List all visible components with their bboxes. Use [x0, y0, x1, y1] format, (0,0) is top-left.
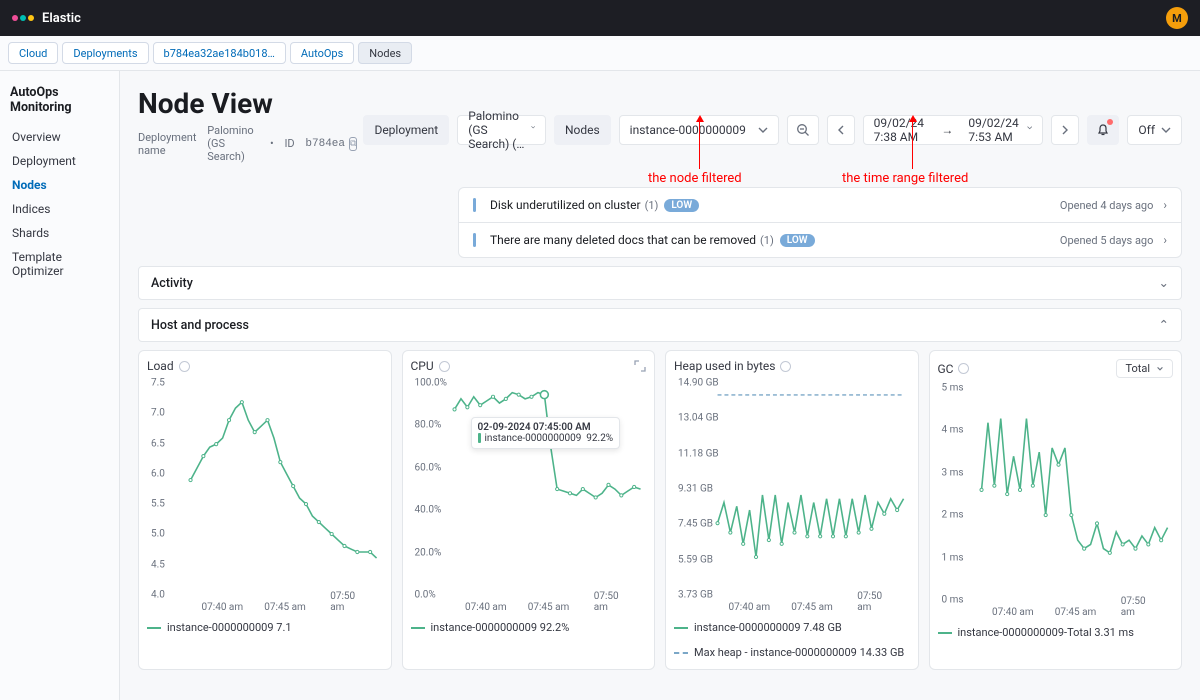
crumb-deployments[interactable]: Deployments: [62, 42, 148, 64]
chevron-left-icon: [836, 125, 846, 135]
chevron-down-icon: [1161, 125, 1171, 135]
breadcrumb: Cloud Deployments b784ea32ae184b018… Aut…: [0, 36, 1200, 71]
chevron-down-icon: [758, 125, 768, 135]
section-activity[interactable]: Activity⌄: [138, 266, 1182, 300]
bell-icon: [1096, 123, 1110, 137]
chart-title: CPU: [411, 359, 434, 373]
chevron-down-icon: ⌄: [1159, 275, 1169, 291]
chart-mode-selector[interactable]: Total: [1116, 359, 1173, 378]
notice-row[interactable]: Disk underutilized on cluster (1) LOW Op…: [459, 188, 1181, 223]
deployment-selector[interactable]: Palomino (GS Search) (…: [457, 115, 546, 145]
time-next-button[interactable]: [1051, 115, 1079, 145]
chart-card: CPU0.0%20.0%40.0%60.0%80.0%100.0%07:40 a…: [402, 350, 656, 670]
nodes-label-chip: Nodes: [554, 115, 611, 145]
info-icon[interactable]: [179, 361, 190, 372]
zoom-out-button[interactable]: [787, 115, 819, 145]
crumb-nodes: Nodes: [358, 42, 412, 64]
chevron-down-icon: [531, 125, 535, 135]
notification-dot-icon: [1107, 119, 1113, 125]
severity-badge: LOW: [780, 234, 815, 247]
section-host[interactable]: Host and process⌃: [138, 308, 1182, 342]
notice-title: There are many deleted docs that can be …: [490, 233, 756, 247]
chevron-right-icon: ›: [1163, 233, 1167, 247]
magnifier-minus-icon: [796, 123, 810, 137]
notifications-button[interactable]: [1087, 115, 1119, 145]
sidebar-item-indices[interactable]: Indices: [10, 197, 109, 221]
notice-title: Disk underutilized on cluster: [490, 198, 641, 212]
chevron-right-icon: [1060, 125, 1070, 135]
notices-panel: Disk underutilized on cluster (1) LOW Op…: [458, 187, 1182, 258]
page-title: Node View: [138, 87, 357, 120]
chevron-up-icon: ⌃: [1159, 317, 1169, 333]
chart-card: Load4.04.55.05.56.06.57.07.507:40 am07:4…: [138, 350, 392, 670]
node-selector[interactable]: instance-0000000009: [619, 115, 779, 145]
expand-icon[interactable]: [634, 360, 646, 372]
user-avatar[interactable]: M: [1166, 7, 1188, 29]
crumb-cloud[interactable]: Cloud: [8, 42, 58, 64]
sidebar-title: AutoOps Monitoring: [10, 85, 109, 115]
sidebar-item-deployment[interactable]: Deployment: [10, 149, 109, 173]
chevron-right-icon: ›: [1163, 198, 1167, 212]
legend-item: Max heap - instance-0000000009 14.33 GB: [694, 646, 904, 659]
off-toggle[interactable]: Off: [1127, 115, 1182, 145]
time-range-selector[interactable]: 09/02/24 7:38 AM → 09/02/24 7:53 AM: [863, 115, 1044, 145]
elastic-logo-icon: [12, 15, 34, 21]
crumb-deployment-id[interactable]: b784ea32ae184b018…: [153, 42, 286, 64]
info-icon[interactable]: [780, 361, 791, 372]
sidebar-item-overview[interactable]: Overview: [10, 125, 109, 149]
chart-title: Heap used in bytes: [674, 359, 775, 373]
toolbar: Deployment Palomino (GS Search) (… Nodes…: [363, 115, 1182, 145]
chart-title: GC: [938, 362, 954, 376]
sidebar-item-template-optimizer[interactable]: Template Optimizer: [10, 245, 109, 283]
copy-id-button[interactable]: ⧉: [349, 137, 357, 151]
time-prev-button[interactable]: [827, 115, 855, 145]
crumb-autoops[interactable]: AutoOps: [290, 42, 354, 64]
severity-badge: LOW: [664, 199, 699, 212]
info-icon[interactable]: [958, 363, 969, 374]
deployment-label-chip: Deployment: [363, 115, 449, 145]
notice-row[interactable]: There are many deleted docs that can be …: [459, 223, 1181, 257]
brand[interactable]: Elastic: [12, 11, 81, 26]
sidebar: AutoOps Monitoring Overview Deployment N…: [0, 71, 120, 700]
sidebar-item-nodes[interactable]: Nodes: [10, 173, 109, 197]
chart-card: Heap used in bytes3.73 GB5.59 GB7.45 GB9…: [665, 350, 919, 670]
chart-card: GCTotal0 ms1 ms2 ms3 ms4 ms5 ms07:40 am0…: [929, 350, 1183, 670]
sidebar-item-shards[interactable]: Shards: [10, 221, 109, 245]
deployment-meta: Deployment name Palomino (GS Search) • I…: [138, 124, 357, 163]
info-icon[interactable]: [439, 361, 450, 372]
chart-title: Load: [147, 359, 174, 373]
chevron-down-icon: [1027, 125, 1032, 135]
brand-label: Elastic: [42, 11, 81, 26]
